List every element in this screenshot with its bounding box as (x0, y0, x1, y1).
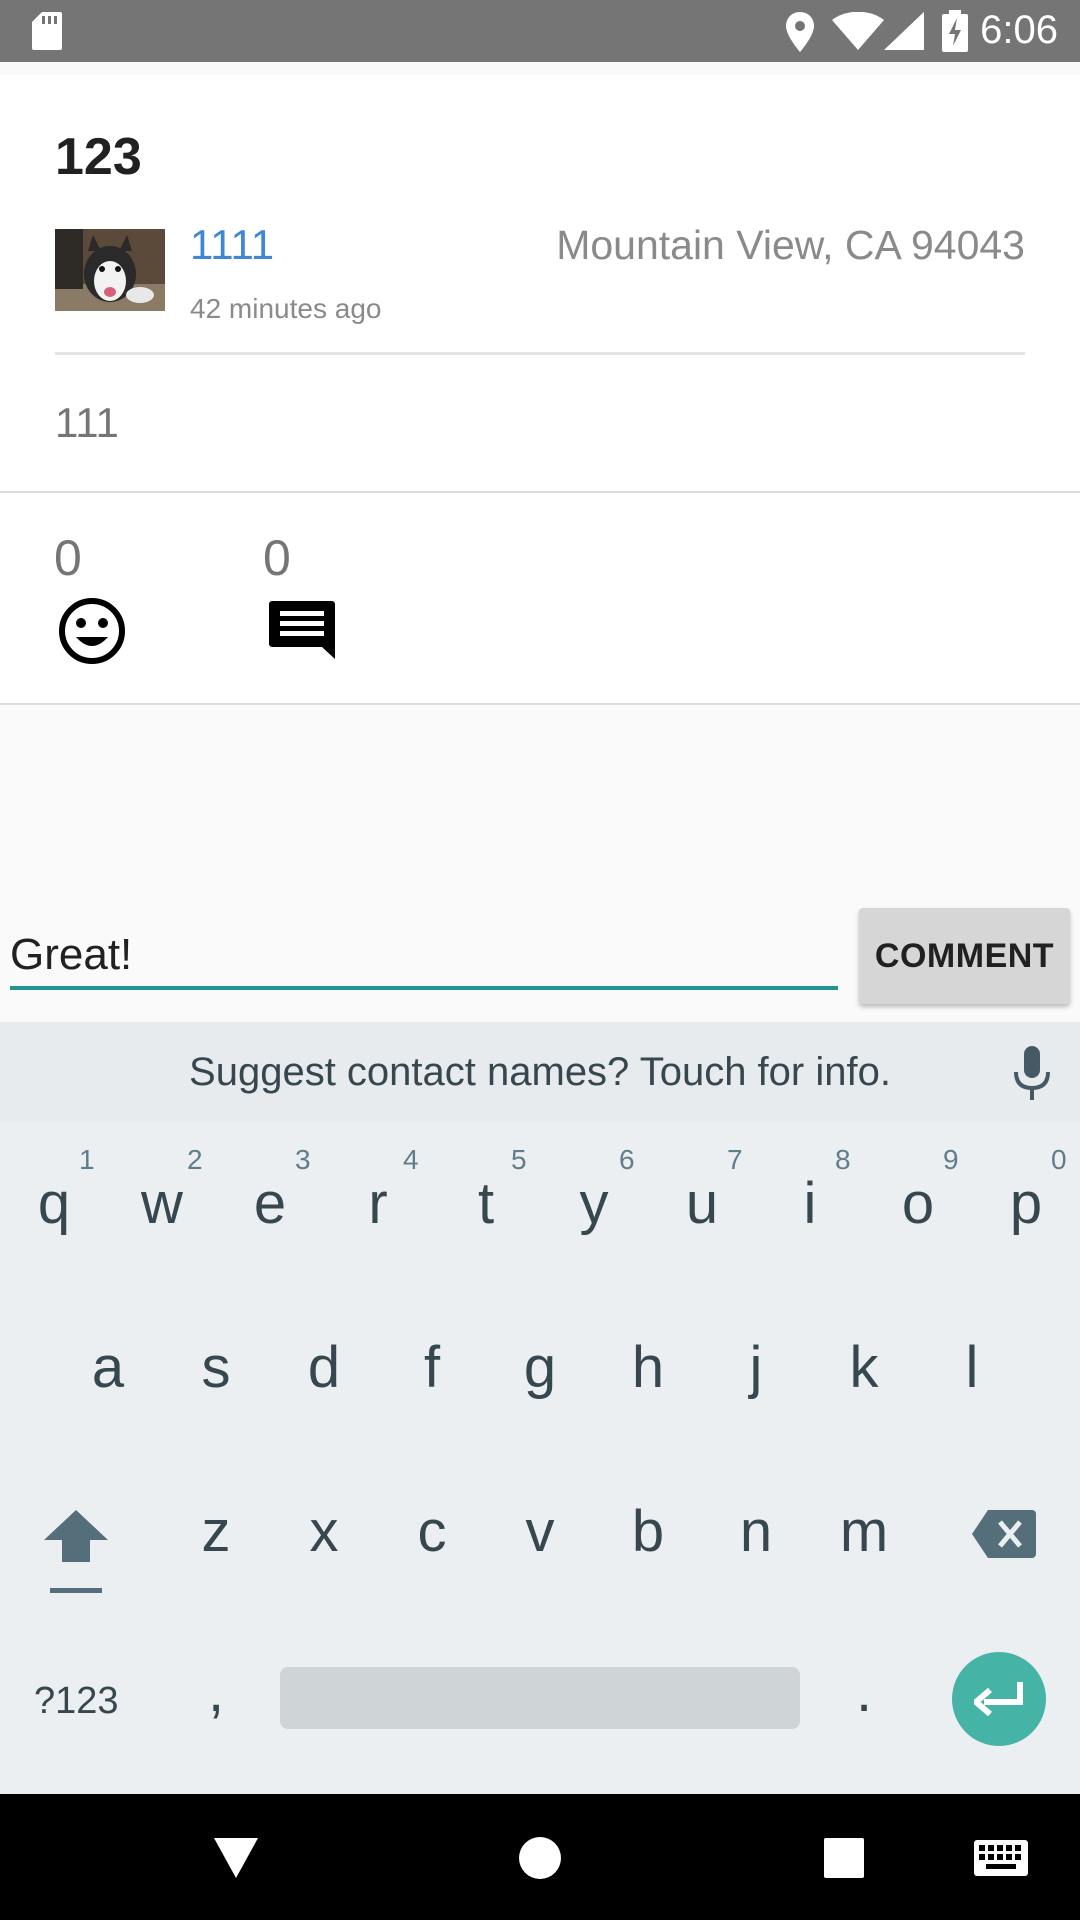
comment-button[interactable]: COMMENT (859, 908, 1070, 1004)
navigation-bar (0, 1794, 1080, 1920)
comment-icon[interactable] (268, 597, 338, 667)
key-v[interactable]: v (486, 1498, 594, 1565)
key-hint-2: 2 (187, 1144, 203, 1175)
back-icon[interactable] (214, 1838, 258, 1878)
smile-count: 0 (54, 530, 82, 586)
post-title: 123 (55, 128, 142, 186)
key-c[interactable]: c (378, 1498, 486, 1565)
space-bar[interactable] (280, 1667, 800, 1729)
wifi-icon (832, 12, 884, 50)
post-location: Mountain View, CA 94043 (556, 222, 1025, 268)
microphone-icon[interactable] (1012, 1046, 1052, 1102)
key-hint-4: 4 (403, 1144, 419, 1175)
key-o[interactable]: o (864, 1170, 972, 1237)
comment-count: 0 (263, 530, 291, 586)
key-hint-7: 7 (727, 1144, 743, 1175)
comment-input[interactable] (10, 925, 838, 985)
enter-button[interactable] (952, 1652, 1046, 1746)
key-f[interactable]: f (378, 1334, 486, 1401)
key-hint-3: 3 (295, 1144, 311, 1175)
divider (0, 491, 1080, 493)
author-name-link[interactable]: 1111 (190, 221, 274, 269)
key-hint-0: 0 (1051, 1144, 1067, 1175)
key-l[interactable]: l (918, 1334, 1026, 1401)
key-hint-5: 5 (511, 1144, 527, 1175)
signal-icon (884, 12, 924, 50)
comma-key[interactable]: , (162, 1658, 270, 1725)
battery-charging-icon (942, 10, 968, 52)
suggestion-text[interactable]: Suggest contact names? Touch for info. (0, 1050, 1080, 1095)
clock-time: 6:06 (980, 8, 1058, 52)
key-z[interactable]: z (162, 1498, 270, 1565)
key-s[interactable]: s (162, 1334, 270, 1401)
post-body: 111 (55, 399, 119, 446)
key-y[interactable]: y (540, 1170, 648, 1237)
period-key[interactable]: . (810, 1658, 918, 1725)
recents-icon[interactable] (824, 1838, 864, 1878)
key-b[interactable]: b (594, 1498, 702, 1565)
key-q[interactable]: q (0, 1170, 108, 1237)
key-w[interactable]: w (108, 1170, 216, 1237)
home-icon[interactable] (518, 1836, 562, 1880)
status-bar: 6:06 (0, 0, 1080, 62)
key-hint-9: 9 (943, 1144, 959, 1175)
key-p[interactable]: p (972, 1170, 1080, 1237)
key-hint-1: 1 (79, 1144, 95, 1175)
key-k[interactable]: k (810, 1334, 918, 1401)
key-hint-6: 6 (619, 1144, 635, 1175)
location-icon (786, 12, 814, 52)
key-x[interactable]: x (270, 1498, 378, 1565)
key-j[interactable]: j (702, 1334, 810, 1401)
post-card: 123 1111 42 minutes ago Mountain View, C… (0, 75, 1080, 705)
key-r[interactable]: r (324, 1170, 432, 1237)
symbols-key[interactable]: ?123 (34, 1680, 119, 1723)
author-avatar[interactable] (55, 229, 165, 311)
smile-reaction-icon[interactable] (58, 597, 126, 665)
key-t[interactable]: t (432, 1170, 540, 1237)
key-hint-8: 8 (835, 1144, 851, 1175)
key-n[interactable]: n (702, 1498, 810, 1565)
comment-input-underline (10, 986, 838, 990)
key-d[interactable]: d (270, 1334, 378, 1401)
suggestion-strip[interactable]: Suggest contact names? Touch for info. (0, 1022, 1080, 1122)
shift-icon[interactable] (44, 1510, 108, 1594)
divider (55, 352, 1025, 355)
divider (0, 703, 1080, 705)
key-u[interactable]: u (648, 1170, 756, 1237)
key-e[interactable]: e (216, 1170, 324, 1237)
soft-keyboard: Suggest contact names? Touch for info. q… (0, 1022, 1080, 1794)
keyboard-switcher-icon[interactable] (974, 1840, 1028, 1876)
key-g[interactable]: g (486, 1334, 594, 1401)
backspace-icon[interactable] (972, 1510, 1036, 1558)
sd-card-icon (32, 12, 62, 50)
key-i[interactable]: i (756, 1170, 864, 1237)
key-h[interactable]: h (594, 1334, 702, 1401)
enter-arrow-icon (974, 1682, 1023, 1716)
key-m[interactable]: m (810, 1498, 918, 1565)
post-timestamp: 42 minutes ago (190, 293, 382, 324)
key-a[interactable]: a (54, 1334, 162, 1401)
